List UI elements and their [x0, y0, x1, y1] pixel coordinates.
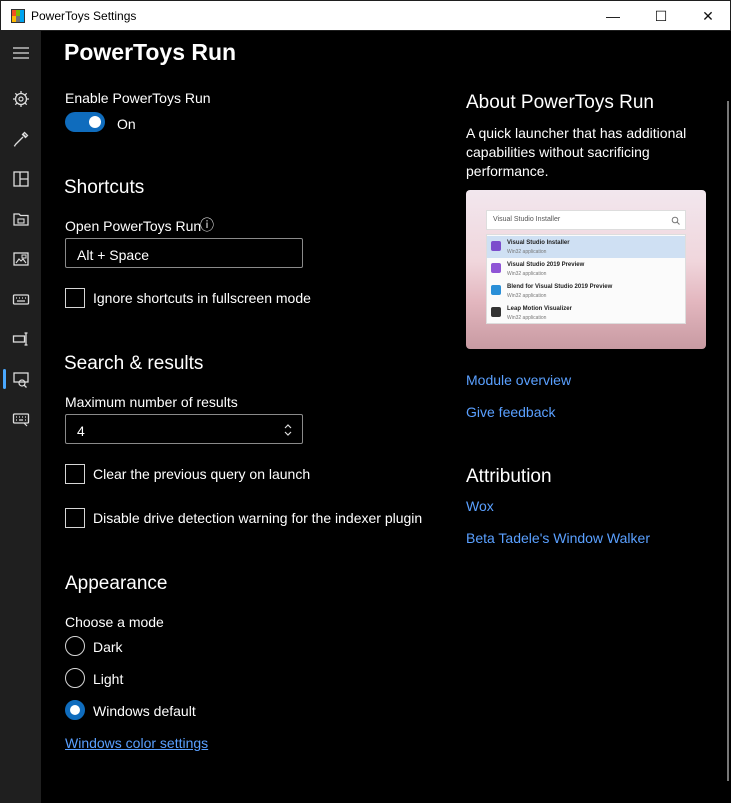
enable-toggle[interactable] — [65, 112, 105, 132]
maximize-button[interactable]: ☐ — [638, 1, 684, 31]
attribution-heading: Attribution — [466, 466, 552, 487]
hamburger-menu-button[interactable] — [0, 35, 41, 71]
attribution-link-window-walker[interactable]: Beta Tadele's Window Walker — [466, 530, 650, 546]
rail-item-shortcut-guide[interactable] — [0, 401, 41, 437]
give-feedback-link[interactable]: Give feedback — [466, 404, 556, 420]
ignore-fullscreen-checkbox[interactable] — [65, 288, 85, 308]
keyboard-icon — [12, 294, 29, 305]
open-shortcut-input[interactable]: Alt + Space — [65, 238, 303, 268]
module-overview-link[interactable]: Module overview — [466, 372, 571, 388]
preview-result-list: Visual Studio Installer Win32 applicatio… — [486, 234, 686, 324]
rail-item-file-explorer[interactable] — [0, 201, 41, 237]
choose-mode-label: Choose a mode — [65, 614, 164, 630]
powertoys-run-icon — [12, 372, 29, 388]
radio-dark-label: Dark — [93, 639, 123, 655]
navigation-rail — [0, 31, 41, 803]
fancyzones-icon — [12, 171, 29, 187]
preview-result-subtitle: Win32 application — [507, 249, 547, 255]
powertoys-app-icon — [11, 9, 25, 23]
minimize-icon: — — [606, 8, 620, 24]
title-bar: PowerToys Settings — ☐ ✕ — [0, 0, 731, 31]
image-resizer-icon — [12, 252, 29, 266]
preview-result-title: Visual Studio Installer — [507, 240, 570, 246]
max-results-value: 4 — [77, 423, 85, 439]
main-content: PowerToys Run Enable PowerToys Run On Sh… — [41, 31, 731, 803]
preview-result-title: Leap Motion Visualizer — [507, 306, 572, 312]
open-shortcut-label: Open PowerToys Run — [65, 218, 202, 234]
radio-dark[interactable] — [65, 636, 85, 656]
preview-result-row: Visual Studio Installer Win32 applicatio… — [487, 236, 685, 258]
about-description: A quick launcher that has additional cap… — [466, 125, 687, 179]
window-title: PowerToys Settings — [31, 9, 137, 23]
rail-item-keyboard-manager[interactable] — [0, 281, 41, 317]
visual-studio-installer-icon — [491, 241, 501, 251]
disable-drive-checkbox[interactable] — [65, 508, 85, 528]
max-results-label: Maximum number of results — [65, 394, 238, 410]
windows-color-settings-link[interactable]: Windows color settings — [65, 735, 208, 751]
search-results-heading: Search & results — [64, 353, 204, 374]
preview-result-subtitle: Win32 application — [507, 271, 547, 277]
preview-search-text: Visual Studio Installer — [493, 216, 561, 223]
disable-drive-label: Disable drive detection warning for the … — [93, 510, 423, 526]
preview-result-subtitle: Win32 application — [507, 293, 547, 299]
vertical-scrollbar[interactable] — [727, 101, 729, 781]
preview-result-subtitle: Win32 application — [507, 315, 547, 321]
page-title: PowerToys Run — [64, 39, 237, 65]
shortcuts-heading: Shortcuts — [64, 177, 145, 198]
shortcut-guide-icon — [12, 413, 29, 427]
visual-studio-icon — [491, 263, 501, 273]
preview-result-title: Blend for Visual Studio 2019 Preview — [507, 284, 613, 290]
preview-result-row: Visual Studio 2019 Preview Win32 applica… — [487, 258, 685, 280]
power-rename-icon — [12, 332, 27, 346]
toggle-state-label: On — [117, 116, 136, 132]
appearance-heading: Appearance — [65, 573, 168, 594]
gear-icon — [12, 91, 29, 107]
stepper-chevrons-icon[interactable] — [282, 423, 294, 437]
preview-search-icon — [671, 216, 680, 225]
attribution-link-wox[interactable]: Wox — [466, 498, 494, 514]
enable-label: Enable PowerToys Run — [65, 90, 211, 106]
rail-item-color-picker[interactable] — [0, 121, 41, 157]
rail-item-general[interactable] — [0, 81, 41, 117]
radio-windows-default[interactable] — [65, 700, 85, 720]
color-picker-icon — [13, 131, 28, 147]
preview-result-title: Visual Studio 2019 Preview — [507, 262, 585, 268]
rail-item-power-rename[interactable] — [0, 321, 41, 357]
minimize-button[interactable]: — — [590, 1, 636, 31]
rail-item-powertoys-run[interactable] — [0, 361, 41, 397]
close-button[interactable]: ✕ — [685, 1, 731, 31]
clear-query-checkbox[interactable] — [65, 464, 85, 484]
powertoys-run-preview-image: Visual Studio Installer Visual Studio In… — [466, 190, 706, 349]
maximize-icon: ☐ — [654, 7, 668, 24]
preview-result-row: Blend for Visual Studio 2019 Preview Win… — [487, 280, 685, 302]
blend-icon — [491, 285, 501, 295]
preview-result-row: Leap Motion Visualizer Win32 application — [487, 302, 685, 324]
max-results-stepper[interactable]: 4 — [65, 414, 303, 444]
open-shortcut-value: Alt + Space — [77, 247, 149, 263]
rail-item-fancyzones[interactable] — [0, 161, 41, 197]
hamburger-menu-icon — [12, 47, 29, 59]
preview-search-box: Visual Studio Installer — [486, 210, 686, 230]
info-icon[interactable]: ⓘ — [200, 215, 214, 235]
clear-query-label: Clear the previous query on launch — [93, 466, 311, 482]
radio-windows-default-label: Windows default — [93, 703, 196, 719]
file-explorer-icon — [12, 213, 29, 226]
leap-motion-icon — [491, 307, 501, 317]
close-icon: ✕ — [702, 7, 714, 24]
rail-item-image-resizer[interactable] — [0, 241, 41, 277]
about-title: About PowerToys Run — [466, 92, 654, 113]
radio-light[interactable] — [65, 668, 85, 688]
ignore-fullscreen-label: Ignore shortcuts in fullscreen mode — [93, 290, 311, 306]
radio-light-label: Light — [93, 671, 124, 687]
toggle-knob — [89, 116, 101, 128]
